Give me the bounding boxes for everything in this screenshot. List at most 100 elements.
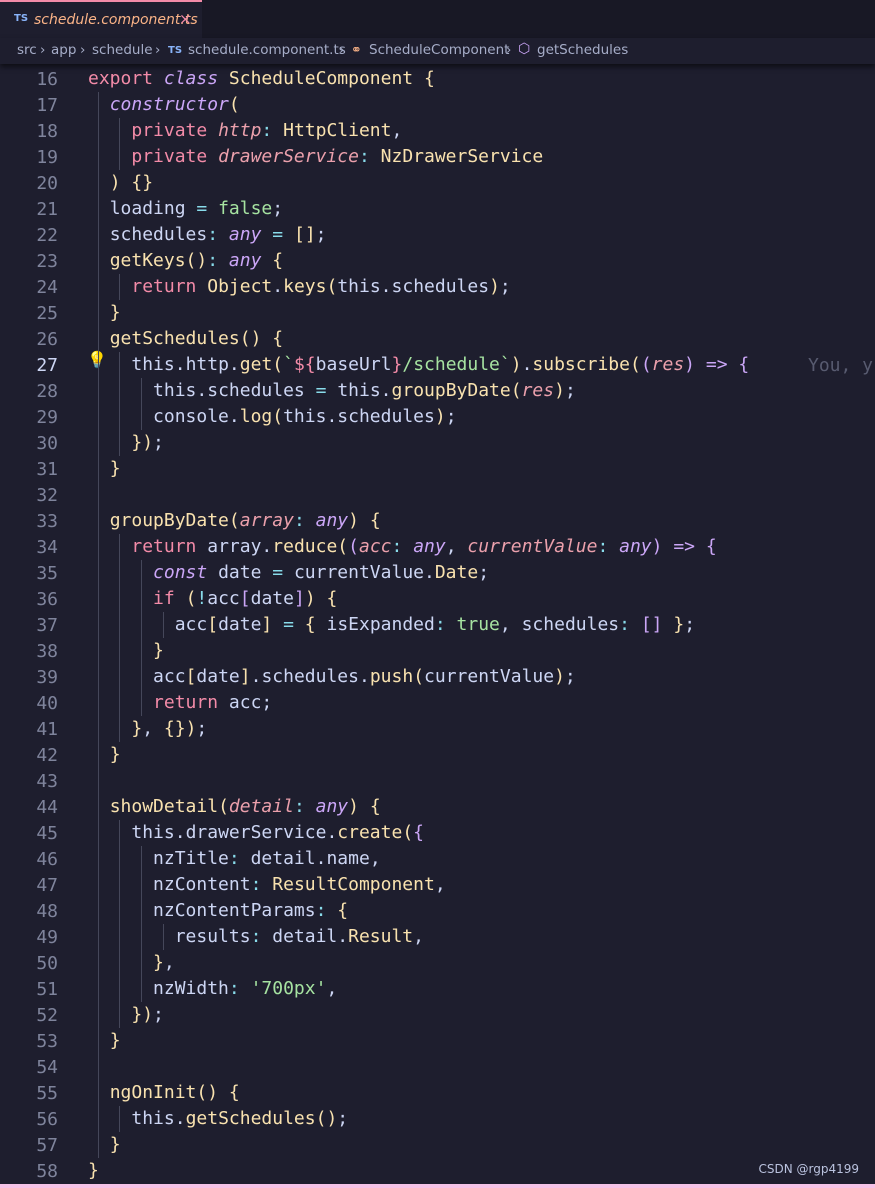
code-line[interactable]: 55 ngOnInit() { [0, 1080, 875, 1106]
code-line[interactable]: 22 schedules: any = []; [0, 222, 875, 248]
code-line[interactable]: 24 return Object.keys(this.schedules); [0, 274, 875, 300]
code-text[interactable]: this.http.get(`${baseUrl}/schedule`).sub… [88, 354, 749, 375]
code-line[interactable]: 26 getSchedules() { [0, 326, 875, 352]
code-text[interactable]: showDetail(detail: any) { [88, 796, 381, 817]
code-line[interactable]: 29 console.log(this.schedules); [0, 404, 875, 430]
code-text[interactable]: this.drawerService.create({ [88, 822, 424, 843]
watermark: CSDN @rgp4199 [758, 1162, 859, 1176]
code-text[interactable]: return Object.keys(this.schedules); [88, 276, 510, 297]
code-text[interactable]: export class ScheduleComponent { [88, 68, 435, 89]
breadcrumb-item-app[interactable]: app [51, 42, 76, 58]
code-text[interactable]: return array.reduce((acc: any, currentVa… [88, 536, 716, 557]
code-line[interactable]: 43 [0, 768, 875, 794]
code-line[interactable]: 20 ) {} [0, 170, 875, 196]
breadcrumb-item-class[interactable]: ScheduleComponent [369, 42, 509, 58]
code-text[interactable]: nzWidth: '700px', [88, 978, 337, 999]
code-line[interactable]: 32 [0, 482, 875, 508]
code-text[interactable]: schedules: any = []; [88, 224, 327, 245]
code-text[interactable]: }, [88, 952, 175, 973]
code-editor[interactable]: 💡 16export class ScheduleComponent {17 c… [0, 64, 875, 1184]
code-line[interactable]: 31 } [0, 456, 875, 482]
code-text[interactable]: loading = false; [88, 198, 283, 219]
close-icon[interactable]: × [179, 10, 192, 28]
code-line[interactable]: 27 this.http.get(`${baseUrl}/schedule`).… [0, 352, 875, 378]
code-text[interactable]: groupByDate(array: any) { [88, 510, 381, 531]
code-text[interactable]: private drawerService: NzDrawerService [88, 146, 543, 167]
indent-guide [119, 274, 121, 300]
code-line[interactable]: 28 this.schedules = this.groupByDate(res… [0, 378, 875, 404]
code-text[interactable]: acc[date].schedules.push(currentValue); [88, 666, 576, 687]
tab-schedule-component[interactable]: TS schedule.component.ts × [0, 0, 202, 38]
line-number: 50 [36, 953, 58, 974]
code-line[interactable]: 33 groupByDate(array: any) { [0, 508, 875, 534]
code-line[interactable]: 57 } [0, 1132, 875, 1158]
code-line[interactable]: 25 } [0, 300, 875, 326]
code-line[interactable]: 35 const date = currentValue.Date; [0, 560, 875, 586]
breadcrumb-item-method[interactable]: getSchedules [537, 42, 628, 58]
line-number: 47 [36, 875, 58, 896]
breadcrumb-item-src[interactable]: src [17, 42, 37, 58]
code-text[interactable]: } [88, 1030, 121, 1051]
code-line[interactable]: 45 this.drawerService.create({ [0, 820, 875, 846]
code-text[interactable]: constructor( [88, 94, 240, 115]
code-text[interactable]: getKeys(): any { [88, 250, 283, 271]
code-text[interactable]: nzTitle: detail.name, [88, 848, 381, 869]
code-text[interactable]: } [88, 302, 121, 323]
code-text[interactable]: }); [88, 432, 164, 453]
code-text[interactable]: } [88, 1134, 121, 1155]
code-text[interactable]: const date = currentValue.Date; [88, 562, 489, 583]
code-line[interactable]: 18 private http: HttpClient, [0, 118, 875, 144]
code-line[interactable]: 44 showDetail(detail: any) { [0, 794, 875, 820]
line-number: 44 [36, 797, 58, 818]
line-number: 29 [36, 407, 58, 428]
code-line[interactable]: 56 this.getSchedules(); [0, 1106, 875, 1132]
breadcrumb-item-schedule[interactable]: schedule [92, 42, 153, 58]
code-line[interactable]: 38 } [0, 638, 875, 664]
code-text[interactable]: } [88, 458, 121, 479]
code-line[interactable]: 54 [0, 1054, 875, 1080]
code-text[interactable]: console.log(this.schedules); [88, 406, 457, 427]
code-line[interactable]: 49 results: detail.Result, [0, 924, 875, 950]
code-text[interactable]: } [88, 744, 121, 765]
code-text[interactable]: results: detail.Result, [88, 926, 424, 947]
code-line[interactable]: 34 return array.reduce((acc: any, curren… [0, 534, 875, 560]
code-text[interactable]: }, {}); [88, 718, 207, 739]
code-line[interactable]: 17 constructor( [0, 92, 875, 118]
code-line[interactable]: 42 } [0, 742, 875, 768]
breadcrumb: src › app › schedule › TS schedule.compo… [0, 38, 875, 64]
code-text[interactable]: return acc; [88, 692, 272, 713]
line-number: 36 [36, 589, 58, 610]
code-line[interactable]: 21 loading = false; [0, 196, 875, 222]
code-line[interactable]: 47 nzContent: ResultComponent, [0, 872, 875, 898]
line-number: 46 [36, 849, 58, 870]
code-text[interactable]: }); [88, 1004, 164, 1025]
code-line[interactable]: 50 }, [0, 950, 875, 976]
code-line[interactable]: 48 nzContentParams: { [0, 898, 875, 924]
code-line[interactable]: 58} [0, 1158, 875, 1184]
code-text[interactable]: getSchedules() { [88, 328, 283, 349]
code-text[interactable]: ngOnInit() { [88, 1082, 240, 1103]
code-text[interactable]: acc[date] = { isExpanded: true, schedule… [88, 614, 695, 635]
code-line[interactable]: 30 }); [0, 430, 875, 456]
code-line[interactable]: 46 nzTitle: detail.name, [0, 846, 875, 872]
code-text[interactable]: } [88, 640, 164, 661]
code-line[interactable]: 41 }, {}); [0, 716, 875, 742]
code-line[interactable]: 51 nzWidth: '700px', [0, 976, 875, 1002]
code-line[interactable]: 19 private drawerService: NzDrawerServic… [0, 144, 875, 170]
code-line[interactable]: 23 getKeys(): any { [0, 248, 875, 274]
code-line[interactable]: 53 } [0, 1028, 875, 1054]
code-text[interactable]: } [88, 1160, 99, 1181]
code-text[interactable]: nzContentParams: { [88, 900, 348, 921]
code-line[interactable]: 37 acc[date] = { isExpanded: true, sched… [0, 612, 875, 638]
code-line[interactable]: 39 acc[date].schedules.push(currentValue… [0, 664, 875, 690]
code-text[interactable]: this.schedules = this.groupByDate(res); [88, 380, 576, 401]
code-line[interactable]: 36 if (!acc[date]) { [0, 586, 875, 612]
code-text[interactable]: if (!acc[date]) { [88, 588, 337, 609]
code-line[interactable]: 40 return acc; [0, 690, 875, 716]
code-line[interactable]: 16 export class ScheduleComponent { [0, 66, 875, 92]
breadcrumb-item-file[interactable]: schedule.component.ts [188, 42, 346, 58]
line-number: 55 [36, 1083, 58, 1104]
code-text[interactable]: private http: HttpClient, [88, 120, 402, 141]
code-line[interactable]: 52 }); [0, 1002, 875, 1028]
code-text[interactable]: this.getSchedules(); [88, 1108, 348, 1129]
